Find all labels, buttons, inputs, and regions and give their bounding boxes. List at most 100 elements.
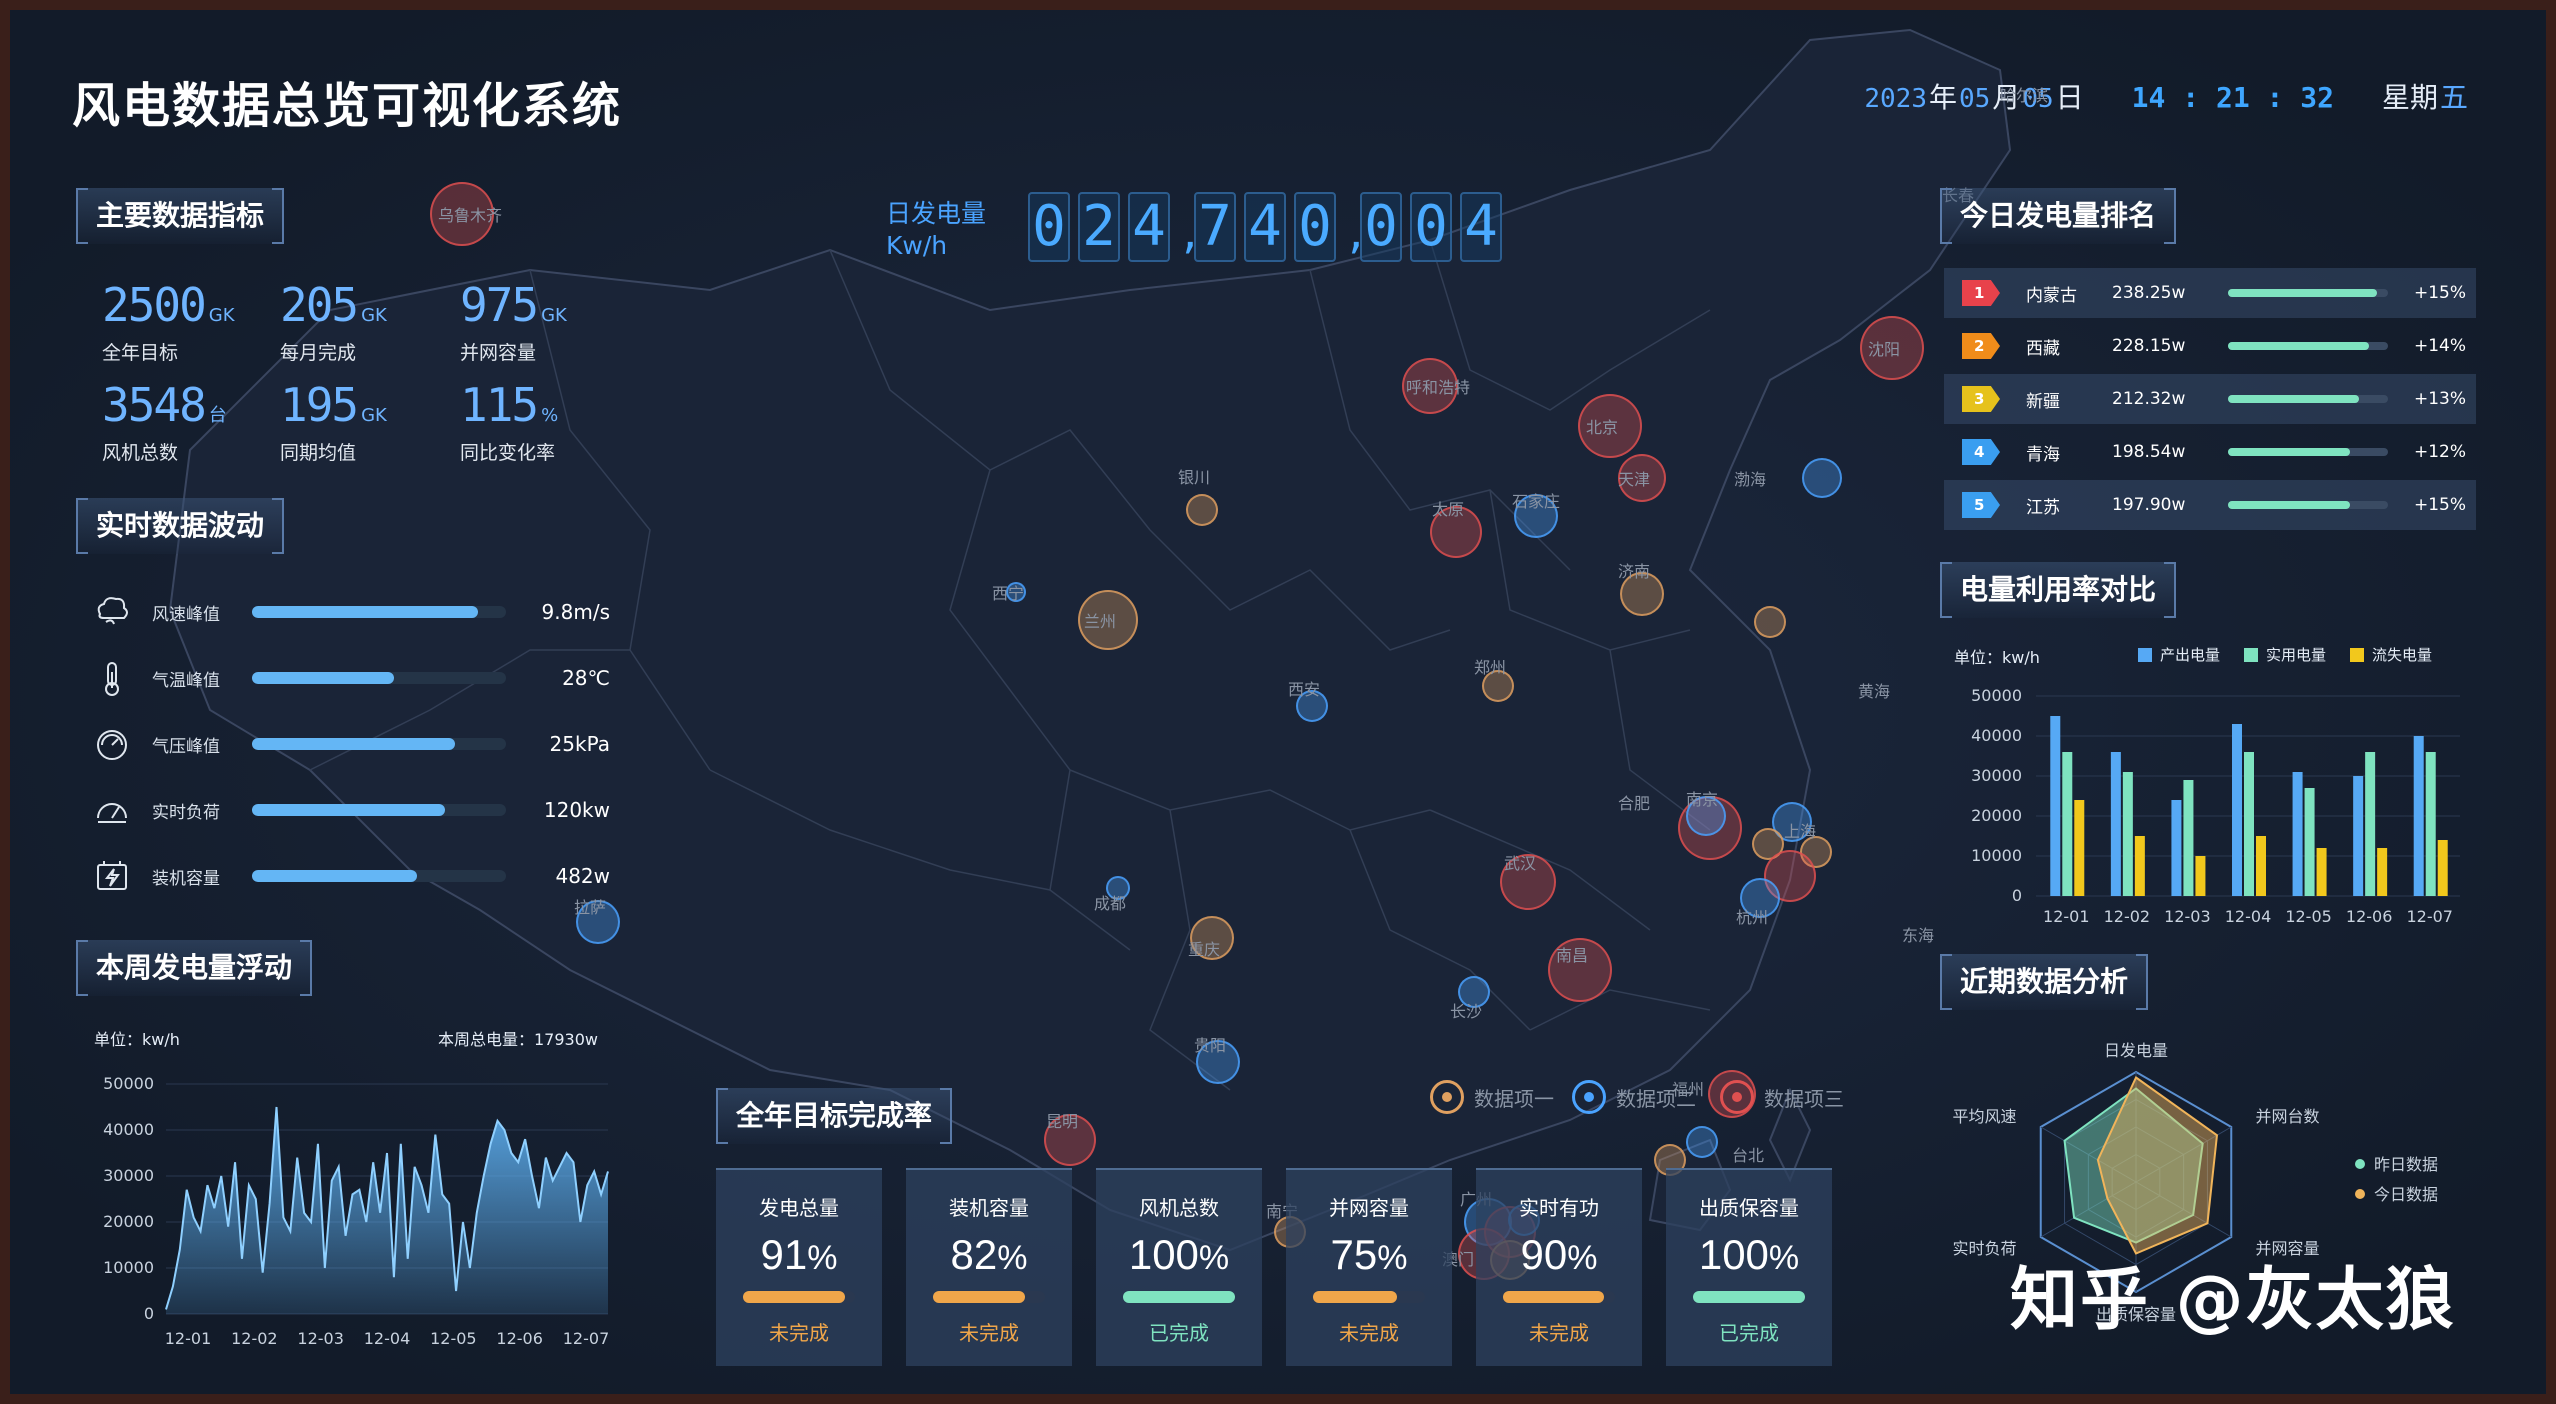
utilization-legend-item: 产出电量 [2138, 644, 2220, 665]
utilization-bar [2050, 716, 2061, 896]
map-bubble[interactable] [1754, 606, 1786, 638]
utilization-legend-label: 实用电量 [2266, 646, 2327, 664]
map-city-label: 呼和浩特 [1406, 378, 1471, 397]
map-city-label: 渤海 [1734, 470, 1767, 489]
map-bubble[interactable] [1686, 1126, 1718, 1158]
recent-title: 近期数据分析 [1940, 954, 2149, 1010]
ranking-row[interactable]: 2 西藏 228.15w +14% [1944, 321, 2476, 371]
rank-name: 西藏 [2026, 338, 2060, 359]
thermometer-icon [90, 656, 134, 700]
utilization-bar [2316, 848, 2327, 896]
utilization-x-tick: 12-07 [2406, 907, 2453, 926]
ranking-row[interactable]: 1 内蒙古 238.25w +15% [1944, 268, 2476, 318]
map-legend-label: 数据项三 [1764, 1086, 1844, 1111]
radar-axis-label: 平均风速 [1952, 1107, 2016, 1126]
map-city-label: 贵阳 [1194, 1036, 1227, 1055]
map-city-label: 沈阳 [1868, 340, 1901, 359]
watermark: 知乎 @灰太狼 [2010, 1261, 2456, 1340]
map-city-label: 乌鲁木齐 [438, 206, 503, 225]
kpi-item: 2500 GK 全年目标 [102, 278, 262, 365]
kpi-label: 同期均值 [280, 442, 357, 464]
map-city-label: 黄海 [1858, 682, 1891, 701]
realtime-bar-fill [252, 870, 418, 882]
realtime-value: 28℃ [562, 666, 610, 690]
kpi-unit: GK [541, 305, 567, 326]
realtime-label: 气压峰值 [152, 736, 220, 757]
realtime-bar [252, 804, 506, 816]
radar-axis-label: 实时负荷 [1952, 1239, 2016, 1258]
map-legend-item[interactable]: 数据项一 [1430, 1080, 1554, 1114]
target-card-bar-fill [1123, 1291, 1235, 1303]
map-city-label: 西安 [1288, 680, 1321, 699]
weekly-x-tick: 12-03 [297, 1329, 344, 1348]
target-card-bar [743, 1291, 855, 1303]
rank-badge: 5 [1962, 492, 2000, 518]
target-card-name: 发电总量 [759, 1196, 839, 1220]
target-card-status: 未完成 [959, 1321, 1019, 1345]
map-city-label: 拉萨 [574, 898, 607, 917]
radar-legend-dot [2355, 1159, 2365, 1169]
weekly-y-tick: 50000 [103, 1074, 154, 1093]
utilization-bar [2134, 836, 2145, 896]
date-day-unit: 日 [2055, 81, 2084, 114]
rank-bar [2228, 448, 2388, 456]
map-legend-label: 数据项二 [1616, 1086, 1696, 1111]
rank-bar [2228, 342, 2388, 350]
utilization-y-tick: 0 [2012, 886, 2022, 905]
target-card-percent: 91% [716, 1231, 882, 1279]
counter-digit: 0 [1360, 192, 1402, 262]
utilization-bar [2377, 848, 2388, 896]
utilization-bar [2425, 752, 2436, 896]
target-card-status: 未完成 [769, 1321, 829, 1345]
radar-legend-label: 昨日数据 [2374, 1155, 2438, 1174]
target-card-percent-unit: % [1198, 1239, 1230, 1277]
ranking-row[interactable]: 5 江苏 197.90w +15% [1944, 480, 2476, 530]
annual-target-title: 全年目标完成率 [716, 1088, 953, 1144]
target-card-percent-value: 75 [1330, 1231, 1378, 1278]
weekly-x-tick: 12-07 [563, 1329, 610, 1348]
target-card-percent-unit: % [997, 1239, 1028, 1277]
map-city-label: 兰州 [1084, 612, 1117, 631]
kpi-value: 975 [460, 278, 539, 332]
realtime-row: 装机容量 482w [90, 854, 610, 898]
map-bubble[interactable] [1802, 458, 1842, 498]
realtime-bar-fill [252, 606, 479, 618]
dashboard-frame: 风电数据总览可视化系统 2023 年 05 月 05 日 14 : 21 : 3… [10, 10, 2546, 1394]
rank-bar [2228, 395, 2388, 403]
utilization-bar [2232, 724, 2242, 896]
realtime-label: 气温峰值 [152, 670, 220, 691]
target-card-percent-unit: % [1567, 1239, 1598, 1277]
weekly-total-label: 本周总电量：17930w [438, 1030, 598, 1049]
map-bubble[interactable] [1186, 494, 1218, 526]
weekly-x-tick: 12-05 [430, 1329, 477, 1348]
rank-value: 228.15w [2112, 336, 2186, 356]
speedometer-icon [90, 788, 134, 832]
target-card: 出质保容量 100% 已完成 [1666, 1168, 1832, 1366]
kpi-value: 2500 [102, 278, 207, 332]
realtime-bar [252, 870, 506, 882]
realtime-row: 气温峰值 28℃ [90, 656, 610, 700]
counter-digit: 0 [1294, 192, 1336, 262]
counter-separator: , [1344, 212, 1369, 258]
ranking-row[interactable]: 4 青海 198.54w +12% [1944, 427, 2476, 477]
ranking-row[interactable]: 3 新疆 212.32w +13% [1944, 374, 2476, 424]
counter-digit: 2 [1078, 192, 1120, 262]
map-city-label: 合肥 [1618, 794, 1651, 813]
utilization-bar [2353, 776, 2364, 896]
utilization-bar [2195, 856, 2206, 896]
map-legend-item[interactable]: 数据项二 [1572, 1080, 1696, 1114]
target-card-percent-value: 82 [950, 1231, 998, 1278]
map-city-label: 上海 [1784, 822, 1817, 841]
utilization-x-tick: 12-03 [2164, 907, 2211, 926]
map-legend-item[interactable]: 数据项三 [1720, 1080, 1844, 1114]
weekly-area [166, 1107, 608, 1314]
weekly-title: 本周发电量浮动 [76, 940, 313, 996]
map-city-label: 成都 [1094, 894, 1127, 913]
rank-value: 198.54w [2112, 442, 2186, 462]
utilization-bar [2244, 752, 2254, 896]
map-city-label: 天津 [1618, 470, 1651, 489]
utilization-bar [2437, 840, 2448, 896]
utilization-bar [2365, 752, 2376, 896]
kpi-value-row: 115% [460, 378, 620, 432]
date-year: 2023 [1864, 84, 1927, 114]
